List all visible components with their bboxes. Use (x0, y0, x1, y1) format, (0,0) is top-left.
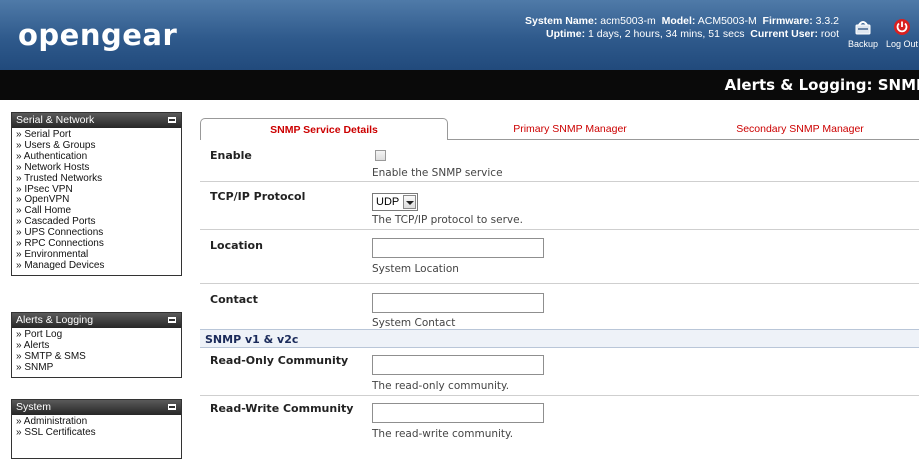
menu-system: System Administration SSL Certificates (11, 399, 182, 459)
enable-hint: Enable the SNMP service (372, 167, 503, 179)
menu-item-network-hosts[interactable]: Network Hosts (16, 162, 181, 174)
tab-bar: SNMP Service Details Primary SNMP Manage… (200, 118, 919, 140)
location-hint: System Location (372, 263, 459, 275)
system-info: System Name: acm5003-m Model: ACM5003-M … (525, 15, 839, 41)
contact-label: Contact (210, 293, 258, 306)
protocol-label: TCP/IP Protocol (210, 190, 306, 203)
protocol-hint: The TCP/IP protocol to serve. (372, 214, 523, 226)
power-icon (894, 19, 910, 35)
app-header: opengear System Name: acm5003-m Model: A… (0, 0, 919, 70)
menu-alerts-logging: Alerts & Logging Port Log Alerts SMTP & … (11, 312, 182, 378)
system-name-label: System Name: (524, 15, 598, 27)
model-label: Model: (661, 15, 696, 27)
protocol-select[interactable]: UDP (372, 193, 418, 211)
contact-row: Contact System Contact (200, 284, 919, 329)
current-user-value: root (820, 28, 839, 40)
collapse-icon[interactable] (168, 404, 176, 410)
firmware-value: 3.3.2 (815, 15, 839, 27)
uptime-label: Uptime: (546, 28, 586, 40)
opengear-logo[interactable]: opengear (18, 18, 177, 52)
collapse-icon[interactable] (168, 117, 176, 123)
rw-community-input[interactable] (372, 403, 544, 423)
menu-item-trusted-networks[interactable]: Trusted Networks (16, 173, 181, 185)
contact-hint: System Contact (372, 317, 456, 329)
enable-checkbox[interactable] (375, 150, 386, 161)
menu-header-serial-network[interactable]: Serial & Network (12, 113, 181, 128)
page-title: Alerts & Logging: SNMP (724, 76, 919, 94)
model-value: ACM5003-M (697, 15, 757, 27)
logout-label: Log Out (885, 39, 919, 49)
page-title-bar: Alerts & Logging: SNMP (0, 70, 919, 100)
location-input[interactable] (372, 238, 544, 258)
menu-item-managed-devices[interactable]: Managed Devices (16, 260, 181, 272)
current-user-label: Current User: (750, 28, 818, 40)
menu-item-snmp[interactable]: SNMP (16, 362, 181, 374)
rw-community-hint: The read-write community. (372, 428, 514, 440)
contact-input[interactable] (372, 293, 544, 313)
menu-header-system[interactable]: System (12, 400, 181, 415)
menu-title: Serial & Network (16, 114, 95, 126)
snmp-form: Enable Enable the SNMP service TCP/IP Pr… (200, 140, 919, 444)
menu-title: Alerts & Logging (16, 314, 94, 326)
menu-item-ssl-certificates[interactable]: SSL Certificates (16, 427, 181, 439)
firmware-label: Firmware: (762, 15, 813, 27)
tab-secondary-snmp-manager[interactable]: Secondary SNMP Manager (700, 118, 900, 140)
system-name-value: acm5003-m (600, 15, 656, 27)
location-label: Location (210, 239, 263, 252)
protocol-row: TCP/IP Protocol UDP The TCP/IP protocol … (200, 182, 919, 230)
chevron-down-icon (403, 195, 416, 209)
enable-label: Enable (210, 149, 252, 162)
menu-serial-network: Serial & Network Serial Port Users & Gro… (11, 112, 182, 276)
section-snmp-v1-v2c: SNMP v1 & v2c (200, 329, 919, 348)
menu-header-alerts-logging[interactable]: Alerts & Logging (12, 313, 181, 328)
enable-row: Enable Enable the SNMP service (200, 140, 919, 182)
protocol-selected-value: UDP (376, 196, 400, 208)
collapse-icon[interactable] (168, 317, 176, 323)
backup-icon (855, 21, 871, 35)
rw-community-label: Read-Write Community (210, 402, 354, 415)
tab-primary-snmp-manager[interactable]: Primary SNMP Manager (470, 118, 670, 140)
ro-community-input[interactable] (372, 355, 544, 375)
ro-community-row: Read-Only Community The read-only commun… (200, 348, 919, 396)
backup-button[interactable]: Backup (845, 18, 881, 49)
logout-button[interactable]: Log Out (884, 18, 919, 49)
ro-community-hint: The read-only community. (372, 380, 510, 392)
backup-label: Backup (847, 39, 879, 49)
rw-community-row: Read-Write Community The read-write comm… (200, 396, 919, 444)
tab-snmp-service-details[interactable]: SNMP Service Details (200, 118, 448, 140)
ro-community-label: Read-Only Community (210, 354, 349, 367)
uptime-value: 1 days, 2 hours, 34 mins, 51 secs (588, 28, 745, 40)
location-row: Location System Location (200, 230, 919, 284)
menu-title: System (16, 401, 52, 413)
